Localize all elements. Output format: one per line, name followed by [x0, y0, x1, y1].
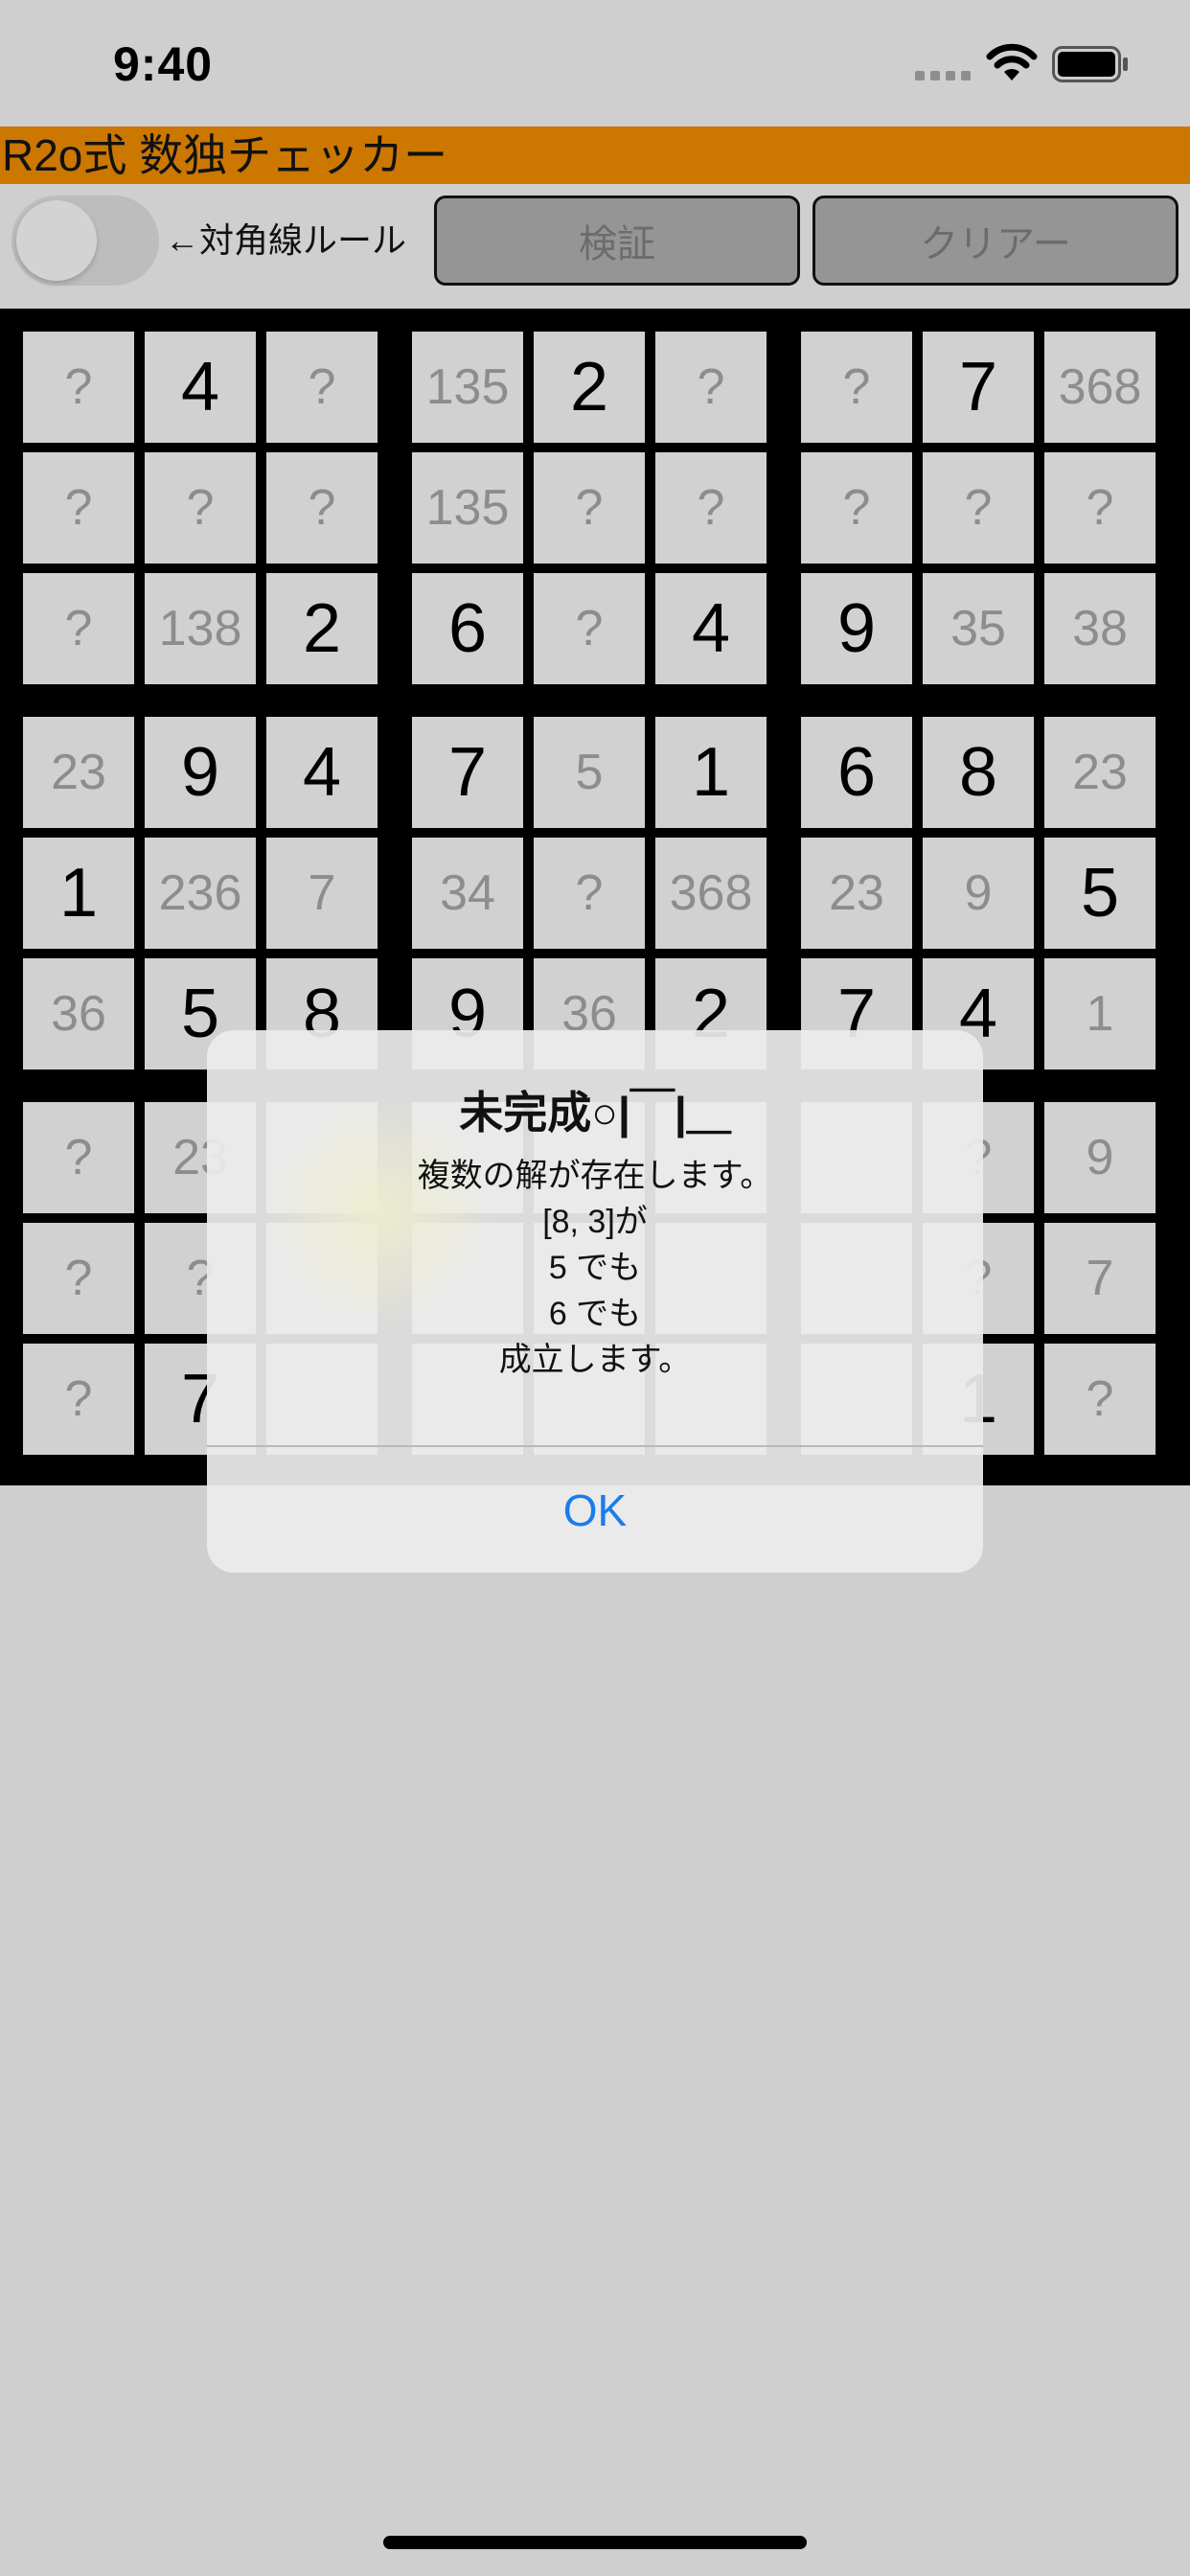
- alert-message-line: 複数の解が存在します。: [417, 1158, 773, 1194]
- sudoku-cell[interactable]: 36: [23, 958, 134, 1070]
- alert-message-line: 6 でも: [548, 1296, 642, 1332]
- sudoku-cell[interactable]: 5: [1044, 838, 1156, 949]
- sudoku-cell[interactable]: ?: [23, 332, 134, 443]
- sudoku-cell[interactable]: 9: [923, 838, 1034, 949]
- sudoku-cell[interactable]: ?: [923, 452, 1034, 564]
- status-bar: 9:40: [0, 0, 1190, 126]
- sudoku-cell[interactable]: ?: [801, 452, 912, 564]
- sudoku-cell[interactable]: 2: [534, 332, 645, 443]
- sudoku-cell[interactable]: ?: [655, 332, 767, 443]
- alert-title: 未完成○|￣|＿: [459, 1088, 731, 1138]
- sudoku-cell[interactable]: ?: [23, 452, 134, 564]
- sudoku-cell[interactable]: ?: [145, 452, 256, 564]
- status-time: 9:40: [113, 37, 214, 91]
- sudoku-cell[interactable]: 6: [801, 717, 912, 828]
- sudoku-cell[interactable]: 23: [23, 717, 134, 828]
- sudoku-cell[interactable]: 5: [534, 717, 645, 828]
- sudoku-cell[interactable]: ?: [1044, 452, 1156, 564]
- sudoku-cell[interactable]: ?: [534, 452, 645, 564]
- verify-button[interactable]: 検証: [434, 196, 800, 286]
- sudoku-cell[interactable]: 7: [1044, 1223, 1156, 1334]
- sudoku-cell[interactable]: ?: [534, 838, 645, 949]
- sudoku-cell[interactable]: ?: [655, 452, 767, 564]
- sudoku-cell[interactable]: ?: [23, 1223, 134, 1334]
- sudoku-cell[interactable]: 23: [1044, 717, 1156, 828]
- sudoku-cell[interactable]: ?: [1044, 1344, 1156, 1455]
- sudoku-cell[interactable]: 4: [266, 717, 378, 828]
- app-title: R2o式 数独チェッカー: [2, 130, 448, 180]
- diagonal-rule-label: ←対角線ルール: [165, 220, 407, 260]
- battery-icon: [1052, 46, 1128, 82]
- sudoku-cell[interactable]: 7: [412, 717, 523, 828]
- sudoku-cell[interactable]: ?: [266, 332, 378, 443]
- sudoku-cell[interactable]: ?: [801, 332, 912, 443]
- sudoku-cell[interactable]: 6: [412, 573, 523, 684]
- home-indicator[interactable]: [383, 2536, 807, 2549]
- sudoku-cell[interactable]: 1: [1044, 958, 1156, 1070]
- sudoku-cell[interactable]: 4: [655, 573, 767, 684]
- diagonal-rule-toggle[interactable]: [11, 196, 159, 286]
- wifi-icon: [986, 43, 1038, 80]
- sudoku-cell[interactable]: 4: [145, 332, 256, 443]
- sudoku-cell[interactable]: ?: [23, 1102, 134, 1213]
- alert-dialog: 未完成○|￣|＿ 複数の解が存在します。 [8, 3]が 5 でも 6 でも 成…: [207, 1030, 983, 1573]
- sudoku-cell[interactable]: 7: [266, 838, 378, 949]
- sudoku-cell[interactable]: 9: [801, 573, 912, 684]
- sudoku-cell[interactable]: 2: [266, 573, 378, 684]
- sudoku-cell[interactable]: 35: [923, 573, 1034, 684]
- alert-message-line: 5 でも: [548, 1250, 642, 1286]
- ok-button[interactable]: OK: [207, 1447, 983, 1573]
- sudoku-cell[interactable]: 8: [923, 717, 1034, 828]
- app-title-bar: R2o式 数独チェッカー: [0, 126, 1190, 184]
- sudoku-cell[interactable]: 368: [1044, 332, 1156, 443]
- alert-message-line: [8, 3]が: [542, 1204, 648, 1240]
- sudoku-cell[interactable]: ?: [23, 573, 134, 684]
- sudoku-cell[interactable]: 1: [23, 838, 134, 949]
- sudoku-cell[interactable]: 1: [655, 717, 767, 828]
- sudoku-cell[interactable]: 9: [145, 717, 256, 828]
- sudoku-cell[interactable]: 236: [145, 838, 256, 949]
- sudoku-cell[interactable]: 9: [1044, 1102, 1156, 1213]
- sudoku-cell[interactable]: 368: [655, 838, 767, 949]
- clear-button[interactable]: クリアー: [812, 196, 1179, 286]
- sudoku-cell[interactable]: 135: [412, 452, 523, 564]
- sudoku-cell[interactable]: 38: [1044, 573, 1156, 684]
- alert-message-line: 成立します。: [498, 1342, 692, 1378]
- sudoku-cell[interactable]: 7: [923, 332, 1034, 443]
- toggle-knob: [16, 200, 97, 281]
- sudoku-cell[interactable]: ?: [266, 452, 378, 564]
- sudoku-cell[interactable]: 138: [145, 573, 256, 684]
- sudoku-cell[interactable]: 135: [412, 332, 523, 443]
- signal-icon: [915, 71, 971, 80]
- sudoku-cell[interactable]: ?: [23, 1344, 134, 1455]
- sudoku-cell[interactable]: 34: [412, 838, 523, 949]
- sudoku-cell[interactable]: ?: [534, 573, 645, 684]
- alert-message: 複数の解が存在します。 [8, 3]が 5 でも 6 でも 成立します。: [207, 1153, 983, 1383]
- sudoku-cell[interactable]: 23: [801, 838, 912, 949]
